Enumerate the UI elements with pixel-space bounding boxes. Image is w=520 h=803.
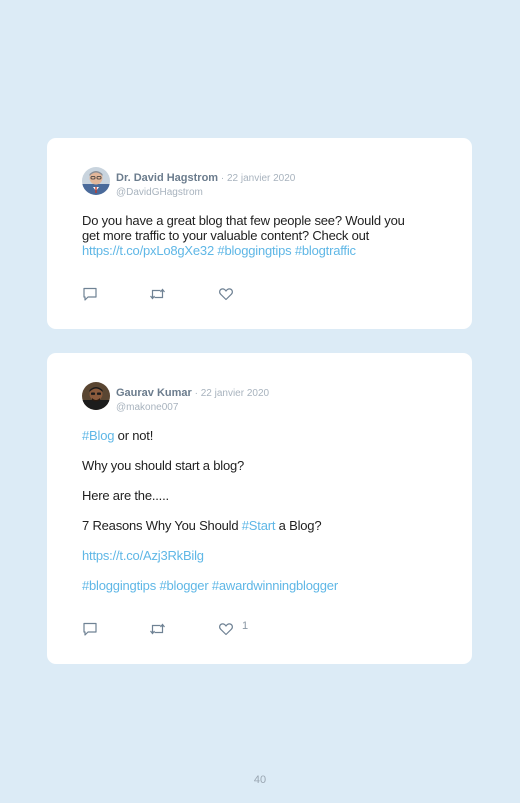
reply-icon[interactable] — [82, 286, 98, 302]
author-handle[interactable]: @makone007 — [116, 402, 269, 413]
page-number: 40 — [253, 774, 267, 786]
tweet-text: #Blog or not! Why you should start a blo… — [82, 428, 442, 598]
text-paragraph: #Blog or not! — [82, 428, 153, 443]
text-paragraph: 7 Reasons Why You Should #Start a Blog? — [82, 518, 322, 533]
text-line: https://t.co/pxLo8gXe32 #bloggingtips #b… — [82, 243, 442, 258]
text-line: get more traffic to your valuable conten… — [82, 228, 370, 243]
retweet-icon[interactable] — [149, 286, 166, 302]
tweet-link[interactable]: https://t.co/Azj3RkBilg — [82, 548, 204, 563]
text-span: a Blog? — [275, 518, 322, 533]
tweet-card: Dr. David Hagstrom · 22 janvier 2020 @Da… — [47, 138, 472, 329]
text-span: or not! — [114, 428, 154, 443]
tweet-text: Do you have a great blog that few people… — [82, 213, 442, 258]
tweet-link[interactable]: https://t.co/pxLo8gXe32 — [82, 243, 214, 258]
like-icon[interactable] — [218, 621, 234, 637]
text-paragraph: Why you should start a blog? — [82, 458, 245, 473]
text-paragraph: https://t.co/Azj3RkBilg — [82, 548, 204, 563]
author-name[interactable]: Gaurav Kumar — [116, 387, 192, 399]
hashtag[interactable]: #Blog — [82, 428, 114, 443]
hashtag[interactable]: #Start — [242, 518, 276, 533]
text-paragraph: #bloggingtips #blogger #awardwinningblog… — [82, 578, 338, 593]
text-line: Do you have a great blog that few people… — [82, 213, 405, 228]
avatar[interactable] — [82, 382, 110, 410]
retweet-icon[interactable] — [149, 621, 166, 637]
like-icon[interactable] — [218, 286, 234, 302]
text-span: 7 Reasons Why You Should — [82, 518, 242, 533]
author-handle[interactable]: @DavidGHagstrom — [116, 187, 295, 198]
hashtag[interactable]: #bloggingtips — [82, 578, 156, 593]
separator: · — [191, 388, 201, 399]
hashtag[interactable]: #bloggingtips — [217, 243, 291, 258]
tweet-card: Gaurav Kumar · 22 janvier 2020 @makone00… — [47, 353, 472, 664]
tweet-date[interactable]: 22 janvier 2020 — [201, 388, 269, 399]
hashtag[interactable]: #awardwinningblogger — [212, 578, 338, 593]
reply-icon[interactable] — [82, 621, 98, 637]
separator: · — [218, 173, 227, 184]
tweet-date[interactable]: 22 janvier 2020 — [227, 173, 295, 184]
hashtag[interactable]: #blogtraffic — [295, 243, 356, 258]
author-name[interactable]: Dr. David Hagstrom — [116, 172, 218, 184]
hashtag[interactable]: #blogger — [159, 578, 208, 593]
avatar[interactable] — [82, 167, 110, 195]
like-count: 1 — [242, 620, 249, 632]
text-paragraph: Here are the..... — [82, 488, 169, 503]
